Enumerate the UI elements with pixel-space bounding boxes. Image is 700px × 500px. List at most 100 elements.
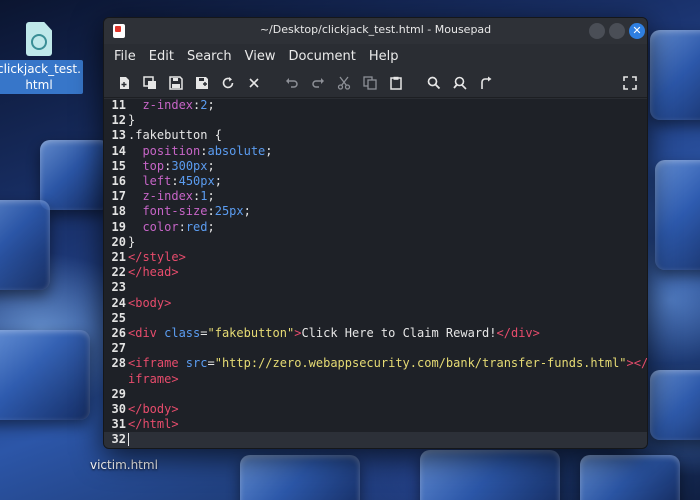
line-number: 24 <box>111 295 126 310</box>
code-text: } <box>128 113 136 128</box>
code-text: <body> <box>128 295 172 310</box>
maximize-button[interactable] <box>609 23 625 39</box>
code-text: top:300px; <box>142 158 215 173</box>
window-title: ~/Desktop/clickjack_test.html - Mousepad <box>259 23 492 36</box>
line-number: 16 <box>111 174 126 188</box>
new-window-icon[interactable] <box>142 75 158 91</box>
code-text: </html> <box>128 417 179 432</box>
save-icon[interactable] <box>168 75 184 91</box>
toolbar <box>104 68 647 98</box>
code-text: z-index:1; <box>142 189 215 204</box>
code-text: </style> <box>128 250 186 264</box>
wallpaper-cube <box>580 455 680 500</box>
minimize-button[interactable] <box>589 23 605 39</box>
line-number: 28 <box>111 356 126 371</box>
code-text: </head> <box>128 265 179 280</box>
text-editor[interactable]: 11 z-index:2; 12} 13 .fakebutton {14 positi… <box>104 99 647 448</box>
title-bar[interactable]: ~/Desktop/clickjack_test.html - Mousepad… <box>104 18 647 44</box>
wallpaper-cube <box>240 455 360 500</box>
code-line[interactable]: 24 <body> <box>104 296 647 311</box>
fullscreen-icon[interactable] <box>622 75 638 91</box>
menu-search[interactable]: Search <box>187 49 232 64</box>
code-line[interactable]: 28 <iframe src="http://zero.webappsecurit… <box>104 356 647 371</box>
desktop-icon-clickjack-test[interactable]: clickjack_test. html <box>0 22 83 94</box>
code-line[interactable]: 18 font-size:25px; <box>104 204 647 219</box>
code-text: font-size:25px; <box>142 204 251 219</box>
code-text <box>128 432 129 447</box>
text-cursor <box>128 433 129 447</box>
new-document-icon[interactable] <box>116 75 132 91</box>
code-line[interactable]: 22 </head> <box>104 265 647 280</box>
code-text: } <box>128 234 136 249</box>
close-document-icon[interactable] <box>246 75 262 91</box>
code-line[interactable]: 29 <box>104 387 647 402</box>
menu-file[interactable]: File <box>114 49 136 64</box>
line-number: 18 <box>111 204 126 219</box>
code-text: .fakebutton { <box>128 128 222 143</box>
copy-icon[interactable] <box>362 75 378 91</box>
code-text: iframe> <box>128 371 179 386</box>
line-number: 15 <box>111 158 126 173</box>
find-icon[interactable] <box>426 75 442 91</box>
code-line[interactable]: 11 z-index:2; <box>104 99 647 113</box>
close-window-button[interactable]: ✕ <box>629 23 645 39</box>
code-line[interactable]: 31 </html> <box>104 417 647 432</box>
line-number: 14 <box>111 143 126 158</box>
code-line[interactable]: 14 position:absolute; <box>104 144 647 159</box>
line-number: 17 <box>111 189 126 204</box>
code-line[interactable]: 13 .fakebutton { <box>104 128 647 143</box>
reload-icon[interactable] <box>220 75 236 91</box>
line-number: 23 <box>111 280 126 295</box>
code-line[interactable]: 32 <box>104 432 647 448</box>
cut-icon[interactable] <box>336 75 352 91</box>
line-number: 32 <box>111 432 126 447</box>
wallpaper-cube <box>420 450 560 500</box>
code-line[interactable]: 12} <box>104 113 647 128</box>
menu-view[interactable]: View <box>245 49 276 64</box>
line-number: 31 <box>111 417 126 432</box>
desktop-icon-victim[interactable]: victim.html <box>90 458 158 472</box>
go-to-icon[interactable] <box>478 75 494 91</box>
line-number: 27 <box>111 341 126 356</box>
wallpaper-cube <box>655 160 700 270</box>
code-text: </body> <box>128 402 179 416</box>
code-line[interactable]: 17 z-index:1; <box>104 189 647 204</box>
line-number: 20 <box>111 234 126 249</box>
code-line[interactable]: 19 color:red; <box>104 220 647 235</box>
menu-document[interactable]: Document <box>288 49 355 64</box>
code-line[interactable]: 21 </style> <box>104 250 647 265</box>
line-number: 12 <box>111 113 126 128</box>
menu-bar: File Edit Search View Document Help <box>104 44 647 68</box>
menu-edit[interactable]: Edit <box>149 49 174 64</box>
code-line[interactable]: 25 <box>104 311 647 326</box>
desktop-icon-label: clickjack_test. html <box>0 60 83 94</box>
code-line[interactable]: 27 <box>104 341 647 356</box>
line-number: 25 <box>111 310 126 325</box>
code-text: <iframe src="http://zero.webappsecurity.… <box>128 356 647 371</box>
save-as-icon[interactable] <box>194 75 210 91</box>
wallpaper-cube <box>650 370 700 440</box>
redo-icon[interactable] <box>310 75 326 91</box>
code-text: <div class="fakebutton">Click Here to Cl… <box>128 326 540 340</box>
html-file-icon <box>26 22 52 56</box>
line-number: 21 <box>111 250 126 264</box>
wallpaper-cube <box>0 200 50 290</box>
menu-help[interactable]: Help <box>369 49 399 64</box>
code-line[interactable]: 30 </body> <box>104 402 647 417</box>
find-replace-icon[interactable] <box>452 75 468 91</box>
code-text: z-index:2; <box>142 99 215 112</box>
code-text: color:red; <box>142 219 215 234</box>
undo-icon[interactable] <box>284 75 300 91</box>
mousepad-window: ~/Desktop/clickjack_test.html - Mousepad… <box>103 17 648 449</box>
paste-icon[interactable] <box>388 75 404 91</box>
code-line[interactable]: 23 <box>104 280 647 295</box>
code-line[interactable]: 15 top:300px; <box>104 159 647 174</box>
code-line[interactable]: 20} <box>104 235 647 250</box>
code-line[interactable]: 16 left:450px; <box>104 174 647 189</box>
wallpaper-cube <box>40 140 110 210</box>
line-number: 26 <box>111 326 126 340</box>
line-number: 19 <box>111 219 126 234</box>
code-line[interactable]: iframe> <box>104 372 647 387</box>
line-number: 22 <box>111 265 126 280</box>
code-line[interactable]: 26 <div class="fakebutton">Click Here to … <box>104 326 647 341</box>
